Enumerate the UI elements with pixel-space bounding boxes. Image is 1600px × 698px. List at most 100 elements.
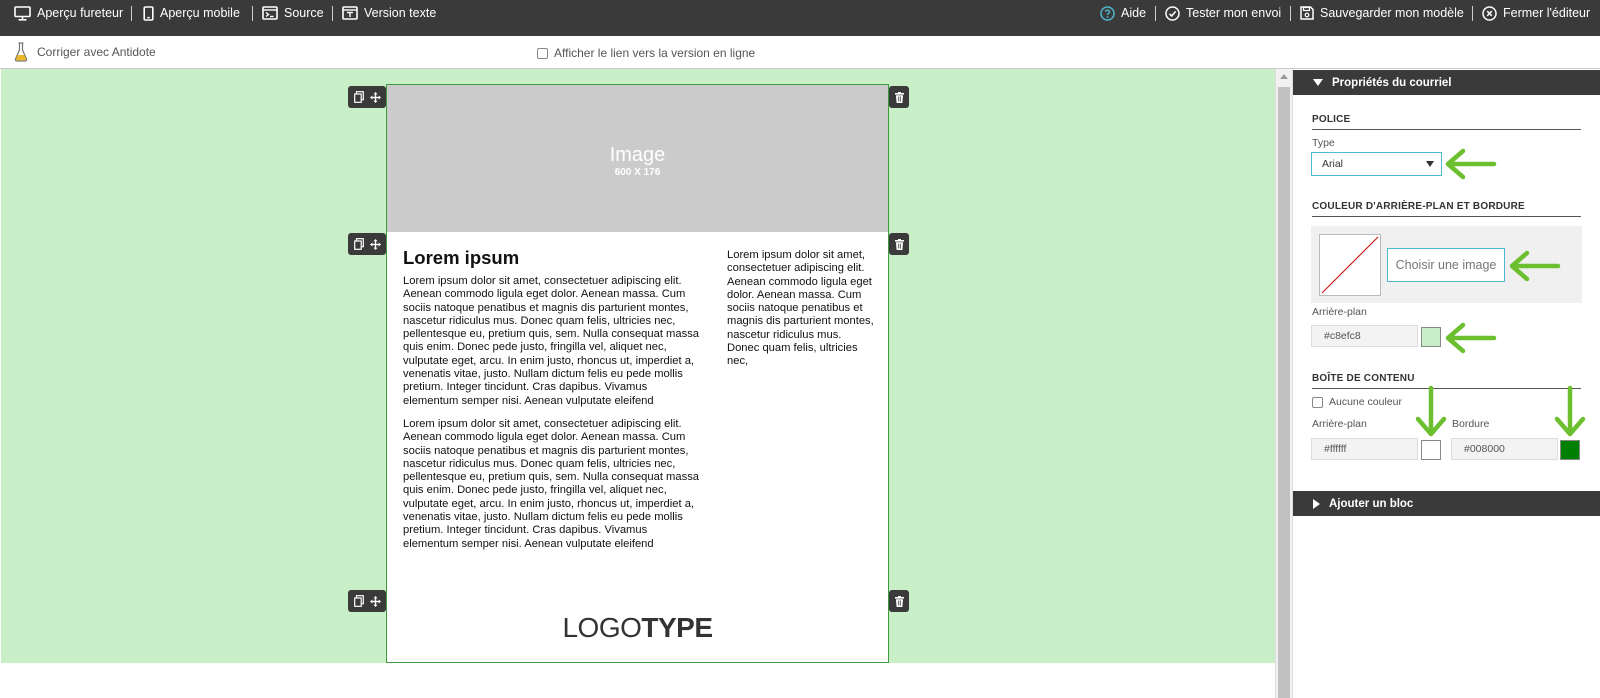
trash-icon: [894, 595, 904, 607]
block-controls-image: [348, 86, 386, 108]
source-button[interactable]: Source: [262, 0, 324, 26]
logo-light-text: LOGO: [562, 612, 642, 643]
block-controls-text: [348, 233, 386, 255]
move-icon[interactable]: [369, 238, 381, 250]
content-bg-color-swatch[interactable]: [1421, 440, 1441, 460]
font-type-label: Type: [1312, 137, 1335, 149]
image-placeholder-label: Image: [609, 144, 666, 166]
trash-icon: [894, 238, 904, 250]
mobile-icon: [143, 5, 154, 21]
font-type-select[interactable]: Arial: [1311, 152, 1442, 176]
antidote-button[interactable]: Corriger avec Antidote: [14, 42, 156, 62]
trash-icon: [894, 91, 904, 103]
content-paragraph: Lorem ipsum dolor sit amet, consectetuer…: [403, 275, 700, 407]
canvas-scrollbar[interactable]: [1275, 69, 1292, 698]
email-content-box: Image 600 X 176 Lorem ipsum Lorem ipsum …: [386, 84, 889, 663]
content-bg-color-input[interactable]: #ffffff: [1311, 438, 1418, 460]
monitor-icon: [14, 5, 31, 21]
save-template-button[interactable]: Sauvegarder mon modèle: [1300, 0, 1464, 26]
browser-preview-button[interactable]: Aperçu fureteur: [14, 0, 123, 26]
border-color-input[interactable]: #008000: [1451, 438, 1558, 460]
text-version-icon: [342, 6, 358, 20]
no-color-label: Aucune couleur: [1329, 396, 1402, 408]
content-bg-label: Arrière-plan: [1312, 418, 1367, 430]
help-icon: [1100, 5, 1115, 21]
copy-icon[interactable]: [353, 91, 364, 103]
content-heading: Lorem ipsum: [403, 247, 520, 268]
toolbar-divider: [131, 6, 132, 21]
secondary-toolbar: Corriger avec Antidote Afficher le lien …: [0, 36, 1600, 69]
flask-icon: [14, 42, 28, 62]
border-label: Bordure: [1452, 418, 1490, 430]
help-label: Aide: [1121, 6, 1147, 20]
logo-bold-text: TYPE: [641, 612, 713, 643]
copy-icon[interactable]: [353, 595, 364, 607]
antidote-label: Corriger avec Antidote: [37, 45, 156, 59]
border-color-swatch[interactable]: [1560, 440, 1580, 460]
source-label: Source: [284, 6, 324, 20]
no-color-option[interactable]: Aucune couleur: [1312, 396, 1402, 408]
chevron-down-icon: [1426, 161, 1434, 167]
delete-block-button[interactable]: [889, 590, 909, 612]
font-type-value: Arial: [1322, 158, 1344, 170]
toolbar-divider: [1472, 6, 1473, 21]
text-column-left[interactable]: Lorem ipsum Lorem ipsum dolor sit amet, …: [403, 247, 705, 561]
background-section-title: COULEUR D'ARRIÈRE-PLAN ET BORDURE: [1312, 201, 1581, 217]
text-column-right[interactable]: Lorem ipsum dolor sit amet, consectetuer…: [727, 249, 875, 369]
toolbar-divider: [1155, 6, 1156, 21]
text-version-label: Version texte: [364, 6, 437, 20]
test-send-button[interactable]: Tester mon envoi: [1165, 0, 1281, 26]
top-toolbar: Aperçu fureteur Aperçu mobile Source Ver…: [0, 0, 1600, 36]
browser-preview-label: Aperçu fureteur: [37, 6, 124, 20]
close-editor-label: Fermer l'éditeur: [1503, 6, 1591, 20]
no-color-checkbox[interactable]: [1312, 396, 1323, 408]
delete-block-button[interactable]: [889, 86, 909, 108]
triangle-right-icon: [1313, 498, 1320, 509]
image-placeholder[interactable]: Image 600 X 176: [387, 85, 888, 232]
annotation-arrow-left-icon: [1445, 148, 1497, 180]
move-icon[interactable]: [369, 91, 381, 103]
show-online-link-option[interactable]: Afficher le lien vers la version en lign…: [537, 46, 755, 60]
background-color-input[interactable]: #c8efc8: [1311, 325, 1418, 347]
logotype[interactable]: LOGOTYPE: [387, 612, 888, 644]
toolbar-divider: [252, 6, 253, 21]
side-paragraph: Lorem ipsum dolor sit amet, consectetuer…: [727, 249, 874, 368]
scrollbar-thumb[interactable]: [1278, 87, 1290, 698]
check-circle-icon: [1165, 5, 1180, 21]
no-image-preview: [1319, 234, 1381, 296]
save-template-label: Sauvegarder mon modèle: [1320, 6, 1464, 20]
add-block-header[interactable]: Ajouter un bloc: [1293, 491, 1600, 516]
triangle-down-icon: [1313, 79, 1323, 86]
block-controls-logo: [348, 590, 386, 612]
terminal-icon: [262, 6, 278, 20]
close-circle-icon: [1482, 5, 1497, 21]
background-color-label: Arrière-plan: [1312, 306, 1367, 318]
email-properties-header[interactable]: Propriétés du courriel: [1293, 70, 1600, 95]
move-icon[interactable]: [369, 595, 381, 607]
content-paragraph: Lorem ipsum dolor sit amet, consectetuer…: [403, 417, 700, 550]
background-color-swatch[interactable]: [1421, 327, 1441, 347]
add-block-title: Ajouter un bloc: [1329, 497, 1414, 510]
toolbar-divider: [1290, 6, 1291, 21]
annotation-arrow-down-icon: [1415, 385, 1447, 437]
scroll-up-arrow-icon[interactable]: [1280, 74, 1288, 79]
choose-image-button[interactable]: Choisir une image: [1387, 248, 1505, 282]
annotation-arrow-left-icon: [1509, 250, 1561, 282]
mobile-preview-label: Aperçu mobile: [160, 6, 240, 20]
test-send-label: Tester mon envoi: [1186, 6, 1282, 20]
no-image-slash-icon: [1321, 236, 1379, 294]
email-properties-title: Propriétés du courriel: [1332, 76, 1452, 89]
mobile-preview-button[interactable]: Aperçu mobile: [143, 0, 240, 26]
copy-icon[interactable]: [353, 238, 364, 250]
font-section-title: POLICE: [1312, 114, 1581, 130]
show-online-link-label: Afficher le lien vers la version en lign…: [554, 46, 756, 60]
image-placeholder-size: 600 X 176: [614, 167, 661, 178]
save-icon: [1300, 6, 1314, 20]
annotation-arrow-left-icon: [1445, 322, 1497, 354]
delete-block-button[interactable]: [889, 233, 909, 255]
annotation-arrow-down-icon: [1554, 385, 1586, 437]
show-online-link-checkbox[interactable]: [537, 47, 548, 59]
close-editor-button[interactable]: Fermer l'éditeur: [1482, 0, 1590, 26]
help-button[interactable]: Aide: [1100, 0, 1146, 26]
text-version-button[interactable]: Version texte: [342, 0, 436, 26]
